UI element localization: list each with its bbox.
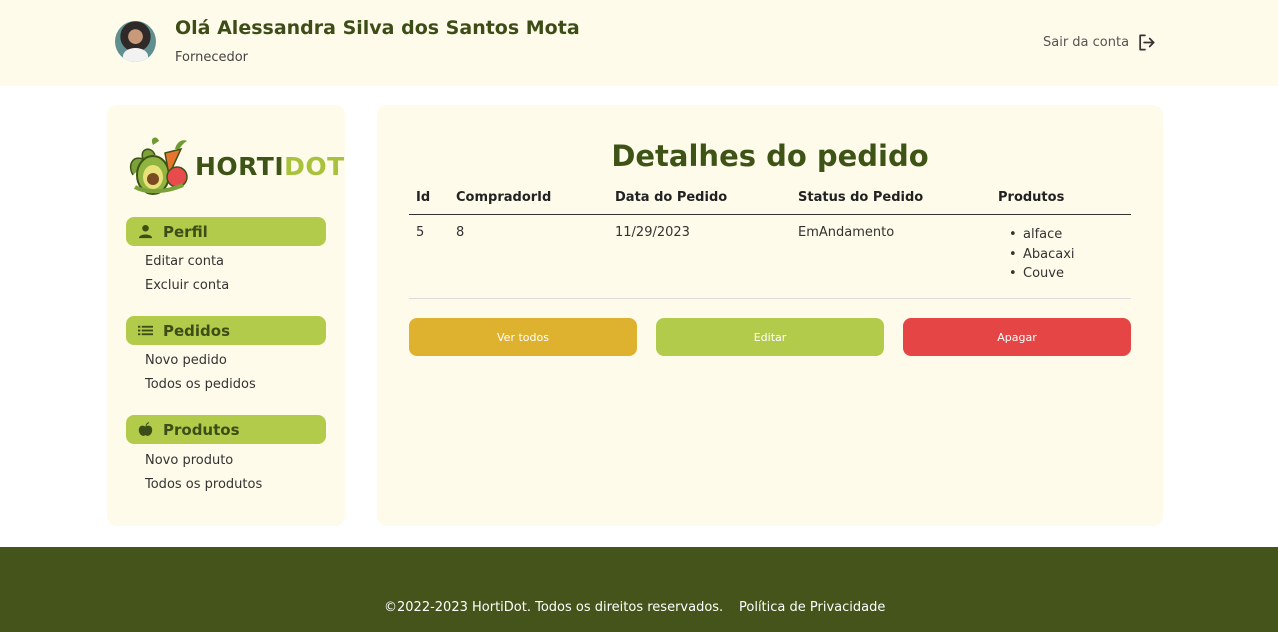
user-role: Fornecedor — [175, 50, 249, 65]
order-details-panel: Detalhes do pedido Id CompradorId Data d… — [377, 105, 1163, 526]
logout-button[interactable]: Sair da conta — [1043, 33, 1156, 52]
cell-id: 5 — [416, 225, 425, 240]
sidebar-item-novo-pedido[interactable]: Novo pedido — [145, 353, 326, 368]
sidebar-section-perfil: Perfil Editar conta Excluir conta — [126, 217, 326, 293]
column-header-id: Id — [416, 190, 431, 205]
sidebar-item-editar-conta[interactable]: Editar conta — [145, 254, 326, 269]
sidebar-item-excluir-conta[interactable]: Excluir conta — [145, 278, 326, 293]
sidebar-section-produtos: Produtos Novo produto Todos os produtos — [126, 415, 326, 492]
logout-label: Sair da conta — [1043, 35, 1130, 50]
sidebar-item-todos-pedidos[interactable]: Todos os pedidos — [145, 377, 326, 392]
cell-comprador-id: 8 — [456, 225, 465, 240]
table-row: 5 8 11/29/2023 EmAndamento alface Abacax… — [409, 215, 1131, 299]
list-item: alface — [1023, 225, 1075, 245]
sidebar-header-label: Produtos — [163, 420, 240, 439]
apple-icon — [138, 422, 153, 436]
sidebar-header-label: Pedidos — [163, 321, 231, 340]
sidebar-header-perfil[interactable]: Perfil — [126, 217, 326, 246]
logo-text-dot: DOT — [284, 151, 345, 181]
table-header: Id CompradorId Data do Pedido Status do … — [409, 185, 1131, 215]
sidebar-section-pedidos: Pedidos Novo pedido Todos os pedidos — [126, 316, 326, 392]
list-item: Abacaxi — [1023, 245, 1075, 265]
page-title: Detalhes do pedido — [611, 139, 929, 173]
sidebar-header-pedidos[interactable]: Pedidos — [126, 316, 326, 345]
vegetables-logo-icon — [129, 137, 188, 195]
ver-todos-button[interactable]: Ver todos — [409, 318, 637, 356]
user-icon — [138, 224, 153, 239]
sidebar-header-produtos[interactable]: Produtos — [126, 415, 326, 444]
column-header-data: Data do Pedido — [615, 190, 728, 205]
column-header-produtos: Produtos — [998, 190, 1065, 205]
copyright-text: ©2022-2023 HortiDot. Todos os direitos r… — [384, 600, 724, 615]
column-header-status: Status do Pedido — [798, 190, 924, 205]
cell-status: EmAndamento — [798, 225, 895, 240]
sidebar: HORTIDOT Perfil Editar conta Excluir con… — [107, 105, 345, 526]
order-table: Id CompradorId Data do Pedido Status do … — [409, 185, 1131, 299]
sidebar-header-label: Perfil — [163, 222, 208, 241]
sidebar-item-novo-produto[interactable]: Novo produto — [145, 453, 326, 468]
cell-data: 11/29/2023 — [615, 225, 690, 240]
logo-text-horti: HORTI — [195, 151, 285, 181]
list-icon — [138, 325, 153, 336]
privacy-policy-link[interactable]: Política de Privacidade — [739, 600, 885, 615]
logout-icon — [1139, 34, 1155, 51]
user-greeting: Olá Alessandra Silva dos Santos Mota — [175, 17, 580, 39]
editar-button[interactable]: Editar — [656, 318, 884, 356]
avatar[interactable] — [115, 21, 156, 62]
sidebar-item-todos-produtos[interactable]: Todos os produtos — [145, 477, 326, 492]
hortidot-logo[interactable]: HORTIDOT — [125, 135, 345, 197]
list-item: Couve — [1023, 264, 1075, 284]
apagar-button[interactable]: Apagar — [903, 318, 1131, 356]
footer: ©2022-2023 HortiDot. Todos os direitos r… — [0, 547, 1278, 632]
top-header: Olá Alessandra Silva dos Santos Mota For… — [0, 0, 1278, 86]
cell-produtos-list: alface Abacaxi Couve — [1023, 225, 1075, 284]
column-header-comprador-id: CompradorId — [456, 190, 552, 205]
